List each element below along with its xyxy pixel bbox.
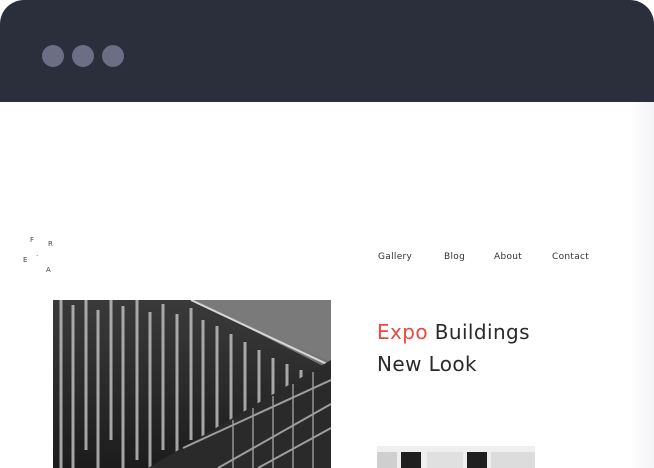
site-logo[interactable]: F R E A . [20, 236, 64, 278]
nav-item-blog[interactable]: Blog [444, 252, 465, 262]
headline-line2: New Look [377, 352, 478, 376]
logo-letter: E [23, 256, 28, 264]
nav-item-contact[interactable]: Contact [552, 252, 589, 262]
nav-item-gallery[interactable]: Gallery [378, 252, 412, 262]
close-dot[interactable] [42, 45, 64, 67]
maximize-dot[interactable] [102, 45, 124, 67]
hero-headline: Expo Buildings New Look [377, 316, 617, 380]
headline-rest: Buildings [434, 320, 530, 344]
logo-letter: F [30, 236, 35, 244]
logo-letter: R [48, 240, 53, 248]
logo-letter: . [36, 250, 39, 258]
hero-building-photo [53, 300, 331, 468]
logo-letter: A [46, 266, 51, 274]
window-titlebar [0, 0, 654, 102]
thumbnail-strip[interactable] [377, 446, 535, 468]
headline-accent: Expo [377, 320, 429, 344]
browser-window: F R E A . Gallery Blog About Contact Exp… [0, 0, 654, 468]
page-edge-shade [630, 102, 654, 468]
minimize-dot[interactable] [72, 45, 94, 67]
nav-item-about[interactable]: About [494, 252, 522, 262]
